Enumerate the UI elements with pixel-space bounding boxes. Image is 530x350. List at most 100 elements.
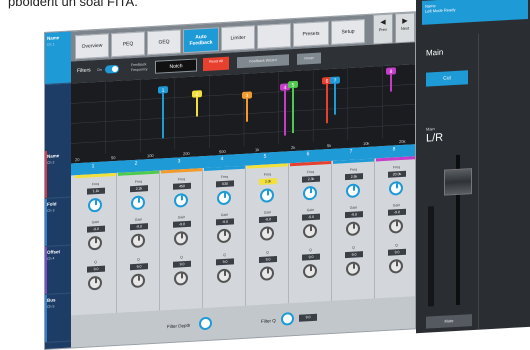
notch-marker-label: 6 [326, 79, 329, 85]
q-label: Q [309, 248, 312, 253]
notch-marker-label: 4 [284, 85, 287, 91]
q-knob[interactable] [217, 268, 231, 284]
channel-sub: Ch 2 [47, 160, 55, 165]
freq-knob[interactable] [174, 192, 188, 208]
freq-knob[interactable] [303, 185, 317, 201]
reset-button[interactable]: Reset [297, 52, 321, 65]
q-label: Q [223, 252, 226, 257]
q-knob[interactable] [346, 261, 360, 277]
channel-sub: Ch 5 [47, 304, 55, 309]
band-number[interactable]: 4 [212, 155, 232, 162]
gain-knob[interactable] [88, 235, 102, 251]
band-number[interactable]: 7 [341, 148, 361, 155]
filters-toggle[interactable] [105, 64, 119, 74]
freq-knob[interactable] [88, 197, 102, 213]
gain-value: -9.0 [302, 213, 320, 221]
q-knob[interactable] [260, 266, 274, 281]
notch-marker-label: 2 [196, 92, 199, 98]
filters-label: Filters [77, 67, 91, 75]
band-number[interactable]: 2 [126, 160, 146, 167]
notch-line-3 [246, 97, 248, 122]
freq-knob[interactable] [389, 180, 403, 196]
freq-label: Freq [134, 179, 143, 184]
gain-knob[interactable] [131, 233, 145, 249]
freq-knob[interactable] [131, 195, 145, 211]
band-number[interactable]: 5 [255, 153, 275, 160]
feedback-type-display[interactable]: Notch [155, 58, 197, 74]
q-knob[interactable] [389, 258, 403, 274]
channel-list: Name Ch 1 Name Ch 2 Fold Ch 3 Offset Ch … [45, 31, 71, 350]
tab-auto-feedback[interactable]: Auto Feedback [183, 27, 219, 54]
filter-column-8: Freq 20.0k Gain -9.0 Q 9.0 [376, 156, 416, 299]
next-label: Next [400, 25, 410, 32]
gain-label: Gain [220, 212, 229, 218]
q-knob[interactable] [303, 263, 317, 279]
notch-line-2 [196, 96, 198, 117]
freq-label: Freq [263, 172, 272, 177]
channel-item-2[interactable]: Name Ch 2 [45, 149, 71, 199]
x-tick-label: 1k [255, 147, 259, 152]
q-label: Q [395, 243, 398, 248]
gain-knob[interactable] [346, 221, 360, 237]
freq-value: 2.2k [130, 185, 148, 193]
channel-sub: Ch 4 [47, 256, 55, 261]
channel-label: Name [47, 153, 60, 159]
q-value: 9.0 [87, 265, 105, 273]
q-knob[interactable] [88, 275, 102, 291]
freq-knob[interactable] [217, 190, 231, 206]
tab-overview[interactable]: Overview [75, 33, 109, 60]
mixer-device: Name Ch 1 Name Ch 2 Fold Ch 3 Offset Ch … [44, 0, 530, 350]
next-button[interactable]: ▶ Next [395, 12, 415, 44]
mute-button[interactable]: Mute [426, 314, 472, 329]
main-title: Main [426, 47, 444, 58]
channel-item-1[interactable]: Name Ch 1 [45, 31, 71, 85]
right-panel: Name Left Mode Ready Main Cut Main L/R M… [416, 0, 530, 334]
prev-button[interactable]: ◀ Prev [373, 13, 393, 45]
tab-geq[interactable]: GEQ [147, 29, 181, 56]
freq-knob[interactable] [260, 188, 274, 203]
gain-value: -9.0 [216, 218, 234, 226]
gain-knob[interactable] [389, 218, 403, 234]
gain-knob[interactable] [174, 230, 188, 246]
q-knob[interactable] [174, 270, 188, 286]
q-label: Q [266, 250, 269, 255]
gain-knob[interactable] [217, 228, 231, 244]
gain-knob[interactable] [260, 226, 274, 241]
gain-knob[interactable] [303, 223, 317, 239]
mixer-screen: Name Ch 1 Name Ch 2 Fold Ch 3 Offset Ch … [44, 11, 416, 350]
band-number[interactable]: 6 [298, 151, 318, 158]
x-tick-label: 2k [291, 145, 295, 150]
tab-limiter[interactable]: Limiter [221, 25, 255, 52]
band-number[interactable]: 8 [384, 146, 404, 153]
band-number[interactable]: 3 [169, 158, 189, 165]
filter-q-knob[interactable] [281, 312, 294, 326]
gain-label: Gain [177, 215, 186, 220]
tab-setup[interactable]: Setup [331, 19, 365, 45]
channel-name-box[interactable]: Name Left Mode Ready [422, 0, 528, 25]
q-value: 9.0 [173, 260, 191, 268]
notch-line-8 [390, 73, 392, 92]
freq-value: 630 [216, 180, 234, 188]
fader-handle[interactable] [444, 168, 472, 196]
channel-label: Fold [47, 201, 57, 207]
channel-item-4[interactable]: Offset Ch 4 [45, 245, 71, 295]
channel-item-3[interactable]: Fold Ch 3 [45, 197, 71, 247]
tab-empty[interactable] [257, 23, 291, 50]
freq-label: Freq [306, 169, 315, 175]
q-knob[interactable] [131, 273, 145, 289]
feedback-wizard-button[interactable]: Feedback Wizard [237, 54, 289, 69]
cut-button[interactable]: Cut [426, 70, 468, 87]
q-value: 9.0 [216, 258, 234, 266]
gain-value: -9.0 [345, 211, 363, 219]
band-number[interactable]: 1 [83, 163, 103, 170]
tab-peq[interactable]: PEQ [111, 31, 145, 58]
tab-presets[interactable]: Presets [293, 21, 329, 48]
channel-item-5[interactable]: Bus Ch 5 [45, 293, 71, 343]
reset-all-button[interactable]: Reset All [203, 56, 229, 72]
notch-marker-label: 8 [390, 69, 393, 75]
gain-label: Gain [263, 210, 272, 215]
filter-depth-knob[interactable] [199, 316, 212, 331]
freq-knob[interactable] [346, 183, 360, 199]
channel-label: Bus [47, 297, 56, 303]
q-value: 9.0 [302, 253, 320, 261]
